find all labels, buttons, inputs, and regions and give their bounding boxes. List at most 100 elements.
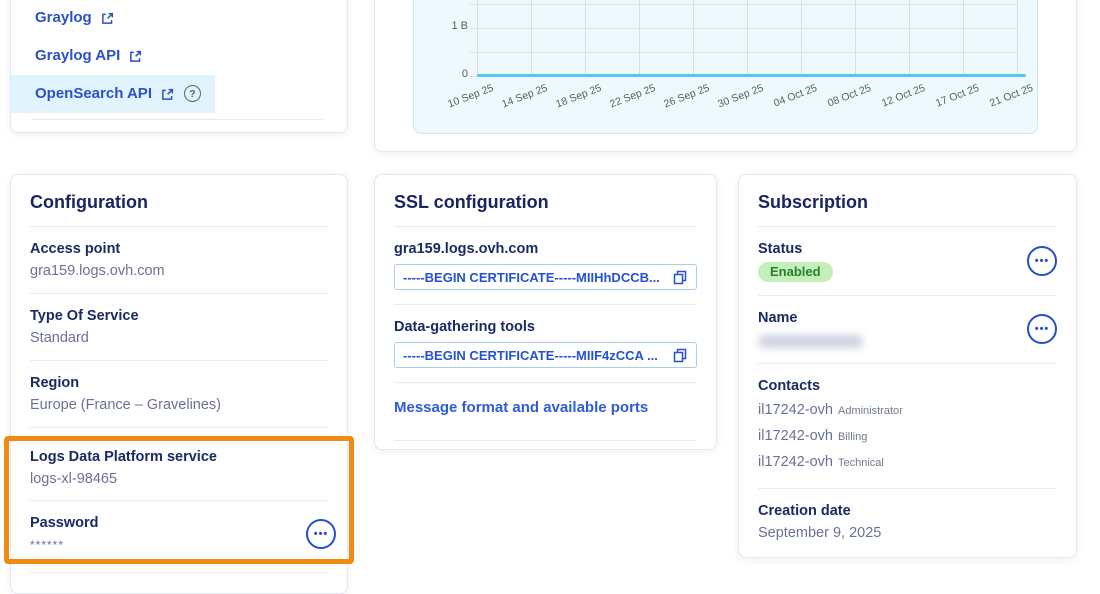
ssl-host-certificate-box[interactable]: -----BEGIN CERTIFICATE-----MIIHhDCCB...	[394, 264, 697, 290]
contact-row: il17242-ovhTechnical	[758, 451, 1057, 474]
configuration-title: Configuration	[30, 175, 328, 213]
contact-role: Billing	[838, 431, 867, 443]
quick-link[interactable]: Graylog	[35, 8, 114, 28]
x-axis-label: 14 Sep 25	[500, 82, 549, 110]
ssl-host-label: gra159.logs.ovh.com	[394, 240, 697, 258]
name-row: Name •••	[758, 309, 1057, 348]
usage-chart-card: 1 B 0 10 Sep 25 14 Sep 25 18 Sep 25 22 S…	[374, 0, 1077, 152]
usage-chart-panel: 1 B 0 10 Sep 25 14 Sep 25 18 Sep 25 22 S…	[413, 0, 1038, 134]
divider	[758, 295, 1057, 296]
config-field-value: Standard	[30, 329, 328, 347]
x-axis-label: 22 Sep 25	[608, 82, 657, 110]
message-format-link[interactable]: Message format and available ports	[394, 399, 648, 417]
divider	[758, 363, 1057, 364]
subscription-title: Subscription	[758, 175, 1057, 213]
divider	[394, 226, 697, 227]
divider	[30, 226, 328, 227]
status-actions-button[interactable]: •••	[1027, 246, 1057, 276]
copy-icon[interactable]	[673, 270, 688, 285]
configuration-fields: Access point gra159.logs.ovh.com Type Of…	[30, 240, 328, 428]
config-field-value: Europe (France – Gravelines)	[30, 396, 328, 414]
service-field: Logs Data Platform service logs-xl-98465	[30, 448, 328, 488]
ssl-tools-certificate: -----BEGIN CERTIFICATE-----MIIF4zCCA ...	[403, 348, 667, 363]
divider	[30, 360, 328, 361]
x-axis-labels: 10 Sep 25 14 Sep 25 18 Sep 25 22 Sep 25 …	[477, 80, 1019, 120]
ssl-configuration-card: SSL configuration gra159.logs.ovh.com --…	[374, 174, 717, 450]
config-field: Access point gra159.logs.ovh.com	[30, 240, 328, 294]
x-axis-label: 21 Oct 25	[988, 82, 1035, 110]
subscription-card: Subscription Status Enabled ••• Name •••…	[738, 174, 1077, 558]
config-field: Region Europe (France – Gravelines)	[30, 374, 328, 428]
y-axis-label-1b: 1 B	[426, 20, 468, 32]
quick-link-row[interactable]: OpenSearch API ?	[11, 75, 215, 113]
quick-link-row[interactable]: Graylog API	[11, 37, 156, 75]
contact-id: il17242-ovh	[758, 402, 833, 418]
x-axis-label: 30 Sep 25	[716, 82, 765, 110]
creation-date-label: Creation date	[758, 502, 1057, 520]
config-field-label: Region	[30, 374, 328, 392]
contact-role: Technical	[838, 457, 884, 469]
contacts-list: il17242-ovhAdministrator il17242-ovh Bill…	[758, 399, 1057, 474]
password-field-text: Password ******	[30, 514, 99, 554]
divider	[394, 304, 697, 305]
contact-row: il17242-ovhAdministrator	[758, 399, 1057, 422]
ssl-tools-certificate-box[interactable]: -----BEGIN CERTIFICATE-----MIIF4zCCA ...	[394, 342, 697, 368]
configuration-card: Configuration Access point gra159.logs.o…	[10, 174, 348, 594]
divider	[394, 440, 697, 441]
quick-link-row[interactable]: Graylog	[11, 0, 128, 37]
status-badge: Enabled	[758, 262, 833, 282]
quick-link-label: Graylog API	[35, 46, 120, 66]
x-axis-label: 04 Oct 25	[772, 82, 819, 110]
highlight-annotation-box: Logs Data Platform service logs-xl-98465…	[4, 436, 354, 564]
status-row: Status Enabled •••	[758, 240, 1057, 282]
name-label: Name	[758, 309, 863, 327]
contact-id: il17242-ovh	[758, 428, 833, 444]
quick-link-label: OpenSearch API	[35, 84, 152, 104]
creation-date-value: September 9, 2025	[758, 524, 1057, 542]
y-axis-label-zero: 0	[426, 68, 468, 80]
external-link-icon	[161, 88, 174, 101]
status-label: Status	[758, 240, 833, 258]
x-axis-label: 12 Oct 25	[880, 82, 927, 110]
service-field-value: logs-xl-98465	[30, 470, 328, 488]
password-field: Password ****** •••	[30, 514, 328, 554]
ssl-host-section: gra159.logs.ovh.com -----BEGIN CERTIFICA…	[394, 240, 697, 305]
config-field: Type Of Service Standard	[30, 307, 328, 361]
gridline-1b	[470, 28, 1018, 29]
quick-link[interactable]: OpenSearch API	[35, 84, 174, 104]
password-field-value: ******	[30, 536, 99, 554]
gridline-top	[470, 4, 1018, 5]
help-icon[interactable]: ?	[184, 85, 201, 102]
config-field-value: gra159.logs.ovh.com	[30, 262, 328, 280]
links-card-divider	[31, 119, 323, 120]
config-field-label: Type Of Service	[30, 307, 328, 325]
divider	[758, 226, 1057, 227]
copy-icon[interactable]	[673, 348, 688, 363]
divider	[30, 293, 328, 294]
contacts-section: Contacts il17242-ovhAdministrator il1724…	[758, 377, 1057, 489]
password-field-label: Password	[30, 514, 99, 532]
x-axis-label: 10 Sep 25	[446, 82, 495, 110]
name-actions-button[interactable]: •••	[1027, 314, 1057, 344]
password-actions-button[interactable]: •••	[306, 519, 336, 549]
x-axis-label: 17 Oct 25	[934, 82, 981, 110]
x-axis-label: 18 Sep 25	[554, 82, 603, 110]
contacts-label: Contacts	[758, 377, 1057, 395]
service-field-label: Logs Data Platform service	[30, 448, 328, 466]
creation-date-field: Creation date September 9, 2025	[758, 502, 1057, 558]
quick-link[interactable]: Graylog API	[35, 46, 142, 66]
x-axis-label: 26 Sep 25	[662, 82, 711, 110]
divider	[394, 382, 697, 383]
name-value-redacted	[758, 335, 863, 348]
usage-series-line	[477, 74, 1026, 77]
gridline-mid	[470, 52, 1018, 53]
external-link-icon	[129, 50, 142, 63]
config-field-label: Access point	[30, 240, 328, 258]
ssl-tools-section: Data-gathering tools -----BEGIN CERTIFIC…	[394, 318, 697, 383]
divider	[30, 572, 328, 573]
quick-link-label: Graylog	[35, 8, 92, 28]
ssl-host-certificate: -----BEGIN CERTIFICATE-----MIIHhDCCB...	[403, 270, 667, 285]
contact-row: il17242-ovh Billing	[758, 425, 1057, 448]
ssl-title: SSL configuration	[394, 175, 697, 213]
quick-links-card: Graylog Graylog API	[10, 0, 348, 133]
